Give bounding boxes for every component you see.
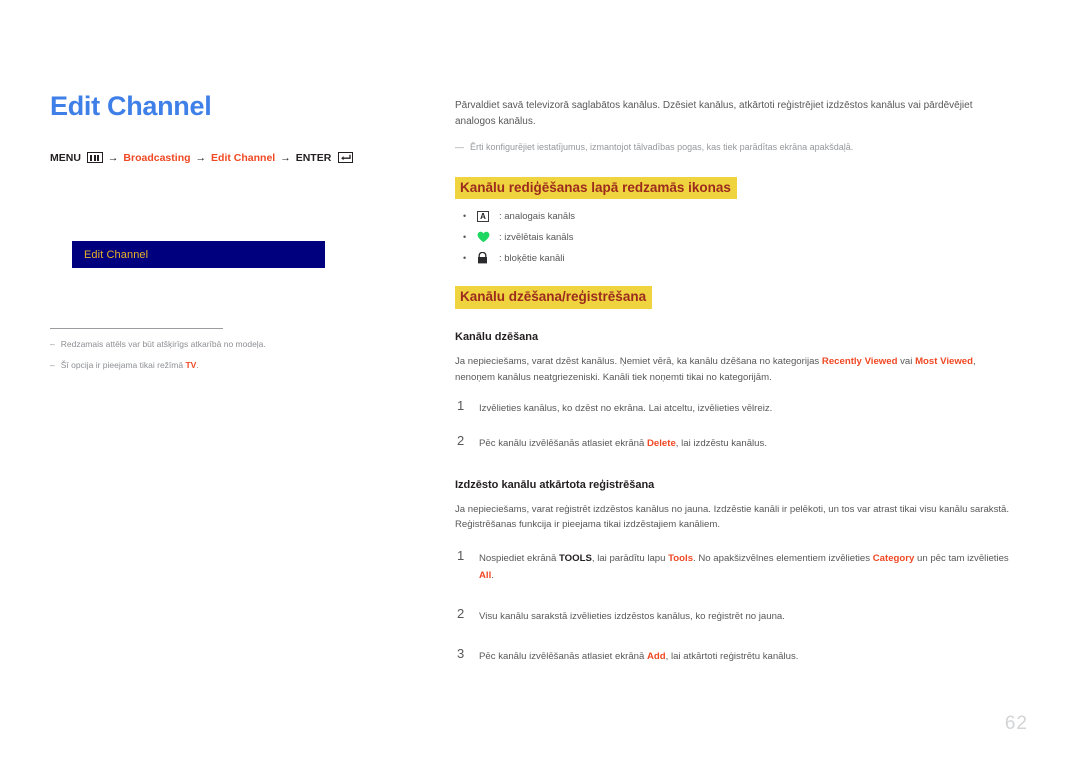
- steps-register: 1 Nospiediet ekrānā TOOLS, lai parādītu …: [455, 547, 1013, 666]
- step-text-2: , lai parādītu lapu: [591, 552, 669, 564]
- footnote-text-before: Šī opcija ir pieejama tikai režīmā: [60, 359, 186, 370]
- right-column: Pārvaldiet savā televizorā saglabātos ka…: [455, 98, 1013, 688]
- steps-delete: 1 Izvēlieties kanālus, ko dzēst no ekrān…: [455, 398, 1013, 453]
- breadcrumb-item-broadcasting: Broadcasting: [123, 151, 191, 164]
- step-number: 2: [457, 432, 465, 448]
- list-item: • A : analogais kanāls: [455, 211, 1013, 223]
- left-column: Edit Channel MENU → Broadcasting → Edit …: [50, 91, 410, 164]
- page-title: Edit Channel: [50, 91, 212, 121]
- step-text-2: , lai izdzēstu kanālus.: [675, 437, 767, 449]
- note-text: Ērti konfigurējiet iestatījumus, izmanto…: [470, 142, 854, 152]
- keyword-category: Category: [872, 552, 915, 564]
- tv-menu-bar-label: Edit Channel: [84, 248, 149, 261]
- note-dash: —: [455, 142, 464, 152]
- step-text-1: Nospiediet ekrānā: [479, 552, 559, 564]
- paragraph-register: Ja nepieciešams, varat reģistrēt izdzēst…: [455, 503, 1010, 531]
- subsection-title-delete: Kanālu dzēšana: [455, 330, 539, 343]
- icon-slot: [477, 231, 499, 243]
- step-text-3: . No apakšizvēlnes elementiem izvēlietie…: [693, 552, 873, 564]
- icon-slot: [477, 252, 499, 264]
- keyword-delete: Delete: [647, 437, 676, 449]
- footnote-text: Šī opcija ir pieejama tikai režīmā TV.: [61, 359, 199, 372]
- list-item: 2 Visu kanālu sarakstā izvēlieties izdzē…: [455, 605, 1013, 626]
- footnote-divider: [50, 328, 223, 329]
- footnote-item: ‒ Šī opcija ir pieejama tikai režīmā TV.: [50, 359, 350, 372]
- step-number: 2: [457, 605, 465, 621]
- enter-return-icon: [338, 152, 354, 164]
- heading-delete-register-wrap: Kanālu dzēšana/reģistrēšana: [455, 286, 1013, 309]
- icon-legend-label: : bloķētie kanāli: [499, 252, 565, 264]
- para-text-2: vai: [897, 356, 916, 368]
- footnote-dash: ‒: [50, 339, 55, 349]
- keyword-all: All: [479, 569, 492, 581]
- list-item: 1 Izvēlieties kanālus, ko dzēst no ekrān…: [455, 398, 1013, 418]
- list-item: • : izvēlētais kanāls: [455, 231, 1013, 243]
- favorite-heart-icon: [477, 232, 490, 243]
- section-heading-delete-register: Kanālu dzēšana/reģistrēšana: [455, 286, 653, 309]
- step-text: Nospiediet ekrānā TOOLS, lai parādītu la…: [479, 549, 1013, 585]
- list-item: • : bloķētie kanāli: [455, 252, 1013, 264]
- breadcrumb-arrow-3: →: [280, 151, 291, 164]
- menu-bars-icon: [86, 152, 103, 164]
- keyword-add: Add: [647, 651, 666, 663]
- footnote-text-after: .: [196, 359, 199, 370]
- bullet-dot: •: [463, 211, 467, 222]
- step-text-1: Pēc kanālu izvēlēšanās atlasiet ekrānā: [479, 437, 647, 449]
- breadcrumb-arrow-1: →: [107, 151, 119, 164]
- keyword-tools: Tools: [668, 552, 694, 564]
- paragraph-delete: Ja nepieciešams, varat dzēst kanālus. Ņe…: [455, 354, 1013, 385]
- breadcrumb-arrow-2: →: [195, 151, 207, 164]
- page-number: 62: [1004, 713, 1028, 734]
- step-text-1: Izvēlieties kanālus, ko dzēst no ekrāna.…: [479, 403, 773, 415]
- list-item: 1 Nospiediet ekrānā TOOLS, lai parādītu …: [455, 547, 1013, 585]
- intro-paragraph: Pārvaldiet savā televizorā saglabātos ka…: [455, 100, 973, 127]
- locked-padlock-icon: [478, 252, 487, 264]
- icon-legend-label: : analogais kanāls: [499, 211, 576, 223]
- bullet-dot: •: [463, 252, 467, 263]
- step-text-5: .: [491, 569, 494, 581]
- icon-legend-list: • A : analogais kanāls • : izvēlētais ka…: [455, 211, 1013, 264]
- footnote-text: Redzamais attēls var būt atšķirīgs atkar…: [60, 339, 266, 349]
- step-number: 1: [457, 547, 465, 563]
- keyword-most-viewed: Most Viewed: [915, 356, 973, 368]
- footnote-tv-tag: TV: [185, 359, 197, 370]
- footnotes: ‒ Redzamais attēls var būt atšķirīgs atk…: [50, 328, 350, 380]
- icon-slot: A: [477, 211, 499, 223]
- footnote-item: ‒ Redzamais attēls var būt atšķirīgs atk…: [50, 338, 350, 351]
- step-text: Pēc kanālu izvēlēšanās atlasiet ekrānā D…: [479, 434, 1013, 453]
- bullet-dot: •: [463, 231, 467, 242]
- step-text-1: Visu kanālu sarakstā izvēlieties izdzēst…: [479, 610, 785, 622]
- breadcrumb-menu-label: MENU: [50, 151, 81, 164]
- step-text: Pēc kanālu izvēlēšanās atlasiet ekrānā A…: [479, 647, 1013, 666]
- footnote-dash: ‒: [50, 359, 55, 370]
- step-number: 1: [457, 398, 465, 414]
- breadcrumb: MENU → Broadcasting → Edit Channel → ENT…: [50, 152, 410, 164]
- tv-screenshot-menu-bar: Edit Channel: [72, 241, 325, 268]
- heading-icons-wrap: Kanālu rediģēšanas lapā redzamās ikonas: [455, 176, 1013, 200]
- icon-legend-label: : izvēlētais kanāls: [499, 231, 574, 243]
- section-heading-icons: Kanālu rediģēšanas lapā redzamās ikonas: [455, 176, 737, 200]
- list-item: 3 Pēc kanālu izvēlēšanās atlasiet ekrānā…: [455, 646, 1013, 666]
- para-text-1: Ja nepieciešams, varat dzēst kanālus. Ņe…: [455, 356, 822, 368]
- step-text-4: un pēc tam izvēlieties: [914, 552, 1009, 564]
- step-text-1: Pēc kanālu izvēlēšanās atlasiet ekrānā: [479, 651, 647, 663]
- keyword-tools-key: TOOLS: [559, 552, 592, 564]
- step-text-2: , lai atkārtoti reģistrētu kanālus.: [665, 651, 799, 663]
- step-number: 3: [457, 646, 465, 662]
- step-text: Visu kanālu sarakstā izvēlieties izdzēst…: [479, 607, 1013, 626]
- breadcrumb-enter-label: ENTER: [295, 151, 332, 164]
- manual-page: Edit Channel MENU → Broadcasting → Edit …: [0, 0, 1080, 763]
- keyword-recently-viewed: Recently Viewed: [821, 356, 898, 368]
- analog-channel-icon: A: [477, 211, 489, 223]
- step-text: Izvēlieties kanālus, ko dzēst no ekrāna.…: [479, 399, 1013, 418]
- note-line: — Ērti konfigurējiet iestatījumus, izman…: [455, 141, 1013, 155]
- breadcrumb-item-edit-channel: Edit Channel: [211, 151, 276, 164]
- list-item: 2 Pēc kanālu izvēlēšanās atlasiet ekrānā…: [455, 432, 1013, 453]
- subsection-title-register: Izdzēsto kanālu atkārtota reģistrēšana: [455, 478, 655, 491]
